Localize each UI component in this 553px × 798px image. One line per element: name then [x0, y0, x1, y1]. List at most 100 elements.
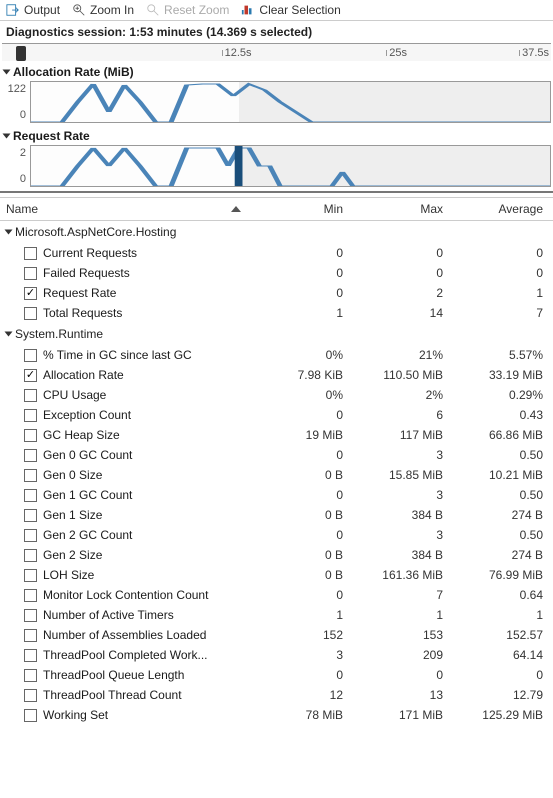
row-checkbox[interactable] — [24, 529, 37, 542]
table-row[interactable]: CPU Usage0%2%0.29% — [0, 385, 553, 405]
chart-area[interactable] — [30, 145, 551, 187]
table-row[interactable]: ThreadPool Completed Work...320964.14 — [0, 645, 553, 665]
col-header-avg[interactable]: Average — [453, 198, 553, 220]
row-checkbox[interactable] — [24, 709, 37, 722]
cell-max: 3 — [353, 528, 453, 542]
table-row[interactable]: Current Requests000 — [0, 243, 553, 263]
row-checkbox[interactable] — [24, 629, 37, 642]
table-row[interactable]: Failed Requests000 — [0, 263, 553, 283]
table-row[interactable]: Gen 0 Size0 B15.85 MiB10.21 MiB — [0, 465, 553, 485]
cell-avg: 76.99 MiB — [453, 568, 553, 582]
row-name: Exception Count — [43, 408, 131, 422]
row-checkbox[interactable] — [24, 589, 37, 602]
cell-avg: 0.50 — [453, 448, 553, 462]
row-checkbox[interactable] — [24, 349, 37, 362]
zoom-in-label: Zoom In — [90, 3, 134, 17]
table-row[interactable]: Allocation Rate7.98 KiB110.50 MiB33.19 M… — [0, 365, 553, 385]
cell-min: 0 — [253, 588, 353, 602]
col-header-name[interactable]: Name — [0, 198, 253, 220]
table-row[interactable]: LOH Size0 B161.36 MiB76.99 MiB — [0, 565, 553, 585]
chart-title: Allocation Rate (MiB) — [13, 65, 134, 79]
cell-min: 3 — [253, 648, 353, 662]
cell-max: 0 — [353, 668, 453, 682]
cell-max: 0 — [353, 246, 453, 260]
row-checkbox[interactable] — [24, 489, 37, 502]
row-checkbox[interactable] — [24, 389, 37, 402]
row-name: Number of Assemblies Loaded — [43, 628, 206, 642]
row-checkbox[interactable] — [24, 569, 37, 582]
group-row[interactable]: Microsoft.AspNetCore.Hosting — [0, 221, 553, 243]
row-checkbox[interactable] — [24, 509, 37, 522]
table-row[interactable]: Total Requests1147 — [0, 303, 553, 323]
row-checkbox[interactable] — [24, 307, 37, 320]
cell-min: 0 B — [253, 568, 353, 582]
col-header-max[interactable]: Max — [353, 198, 453, 220]
table-row[interactable]: ThreadPool Thread Count121312.79 — [0, 685, 553, 705]
clear-selection-label: Clear Selection — [259, 3, 340, 17]
y-axis: 2 0 — [2, 145, 30, 187]
row-checkbox[interactable] — [24, 549, 37, 562]
cell-max: 2 — [353, 286, 453, 300]
table-row[interactable]: % Time in GC since last GC0%21%5.57% — [0, 345, 553, 365]
cell-max: 3 — [353, 448, 453, 462]
group-row[interactable]: System.Runtime — [0, 323, 553, 345]
cell-avg: 0.64 — [453, 588, 553, 602]
row-checkbox[interactable] — [24, 689, 37, 702]
table-row[interactable]: Number of Assemblies Loaded152153152.57 — [0, 625, 553, 645]
cell-avg: 274 B — [453, 508, 553, 522]
row-checkbox[interactable] — [24, 409, 37, 422]
table-row[interactable]: Gen 1 GC Count030.50 — [0, 485, 553, 505]
table-row[interactable]: ThreadPool Queue Length000 — [0, 665, 553, 685]
row-name: GC Heap Size — [43, 428, 120, 442]
y-max: 2 — [20, 147, 26, 159]
row-checkbox[interactable] — [24, 267, 37, 280]
chart-header-allocation[interactable]: Allocation Rate (MiB) — [0, 63, 553, 81]
table-row[interactable]: Gen 1 Size0 B384 B274 B — [0, 505, 553, 525]
zoom-in-button[interactable]: Zoom In — [72, 3, 134, 17]
table-row[interactable]: Gen 2 GC Count030.50 — [0, 525, 553, 545]
timeline-ruler[interactable]: 12.5s 25s 37.5s — [2, 43, 551, 61]
row-checkbox[interactable] — [24, 669, 37, 682]
table-row[interactable]: GC Heap Size19 MiB117 MiB66.86 MiB — [0, 425, 553, 445]
cell-avg: 274 B — [453, 548, 553, 562]
chart-header-requests[interactable]: Request Rate — [0, 127, 553, 145]
group-name: Microsoft.AspNetCore.Hosting — [15, 225, 176, 239]
chart-area[interactable] — [30, 81, 551, 123]
col-header-min[interactable]: Min — [253, 198, 353, 220]
y-axis: 122 0 — [2, 81, 30, 123]
table-row[interactable]: Gen 0 GC Count030.50 — [0, 445, 553, 465]
row-name: Gen 0 GC Count — [43, 448, 132, 462]
row-checkbox[interactable] — [24, 449, 37, 462]
cell-avg: 64.14 — [453, 648, 553, 662]
row-name: ThreadPool Queue Length — [43, 668, 184, 682]
row-name: Number of Active Timers — [43, 608, 174, 622]
table-row[interactable]: Monitor Lock Contention Count070.64 — [0, 585, 553, 605]
table-row[interactable]: Request Rate021 — [0, 283, 553, 303]
table-row[interactable]: Exception Count060.43 — [0, 405, 553, 425]
cell-avg: 66.86 MiB — [453, 428, 553, 442]
row-name: Gen 2 GC Count — [43, 528, 132, 542]
table-row[interactable]: Gen 2 Size0 B384 B274 B — [0, 545, 553, 565]
row-checkbox[interactable] — [24, 287, 37, 300]
cell-min: 0% — [253, 348, 353, 362]
output-button[interactable]: Output — [6, 3, 60, 17]
table-row[interactable]: Number of Active Timers111 — [0, 605, 553, 625]
row-checkbox[interactable] — [24, 609, 37, 622]
row-checkbox[interactable] — [24, 649, 37, 662]
row-checkbox[interactable] — [24, 429, 37, 442]
cell-max: 384 B — [353, 508, 453, 522]
chart-requests: 2 0 — [2, 145, 551, 187]
cell-avg: 33.19 MiB — [453, 368, 553, 382]
row-checkbox[interactable] — [24, 469, 37, 482]
table-row[interactable]: Working Set78 MiB171 MiB125.29 MiB — [0, 705, 553, 725]
timeline-thumb[interactable] — [16, 46, 26, 61]
session-info: Diagnostics session: 1:53 minutes (14.36… — [0, 21, 553, 43]
row-checkbox[interactable] — [24, 369, 37, 382]
cell-max: 384 B — [353, 548, 453, 562]
ruler-tick-3: 37.5s — [522, 47, 549, 59]
cell-avg: 7 — [453, 306, 553, 320]
reset-zoom-icon — [146, 3, 160, 17]
clear-selection-button[interactable]: Clear Selection — [241, 3, 340, 17]
row-checkbox[interactable] — [24, 247, 37, 260]
row-name: CPU Usage — [43, 388, 106, 402]
